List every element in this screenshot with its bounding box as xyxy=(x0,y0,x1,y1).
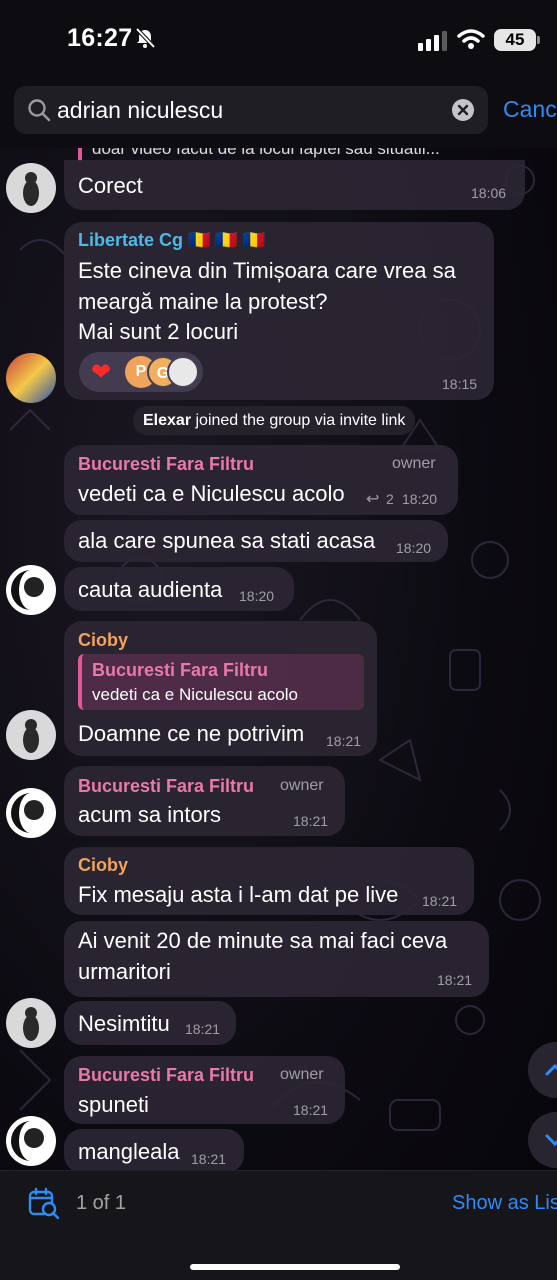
message-time: 18:21 xyxy=(437,972,473,988)
heart-reaction-icon[interactable]: ❤ xyxy=(91,358,111,387)
quoted-sender: Bucuresti Fara Filtru xyxy=(92,660,269,680)
message-text: Mai sunt 2 locuri xyxy=(78,319,239,344)
message-bubble[interactable]: Corect 18:06 xyxy=(64,160,525,210)
message-text: urmaritori xyxy=(78,959,171,984)
message-text: Fix mesaju asta i l-am dat pe live xyxy=(78,882,399,907)
search-header: Cancel xyxy=(0,80,557,148)
message-text: spuneti xyxy=(78,1092,149,1117)
service-message: Elexar joined the group via invite link xyxy=(133,406,416,435)
battery-indicator: 45 xyxy=(494,29,540,51)
reactor-avatar xyxy=(167,356,199,388)
calendar-search-icon[interactable] xyxy=(27,1187,61,1221)
status-bar: 16:27 45 xyxy=(0,0,557,80)
sender-name: Libertate Cg 🇷🇴 🇷🇴 🇷🇴 xyxy=(78,230,266,250)
message-bubble[interactable]: cauta audienta 18:20 xyxy=(64,567,294,611)
message-text: Doamne ce ne potrivim xyxy=(78,721,305,746)
quoted-text: vedeti ca e Niculescu acolo xyxy=(92,685,299,704)
reply-quote[interactable]: Bucuresti Fara Filtru vedeti ca e Nicule… xyxy=(78,654,364,710)
message-text: Nesimtitu xyxy=(78,1011,170,1036)
message-text: mangleala xyxy=(78,1139,180,1164)
cancel-button[interactable]: Cancel xyxy=(503,96,557,123)
message-time: 18:06 xyxy=(471,185,507,201)
message-time: 18:20 xyxy=(402,491,438,507)
sender-name: Cioby xyxy=(78,630,129,650)
sender-name: Bucuresti Fara Filtru xyxy=(78,454,255,474)
message-text: Ai venit 20 de minute sa mai faci ceva xyxy=(78,928,448,953)
avatar-dog[interactable] xyxy=(6,163,56,213)
message-bubble[interactable]: Bucuresti Fara Filtru owner acum sa into… xyxy=(64,766,345,836)
bell-muted-icon xyxy=(135,27,156,49)
wifi-icon xyxy=(457,29,485,49)
chevron-up-icon xyxy=(545,1063,557,1076)
search-results-bar: 1 of 1 Show as List xyxy=(0,1170,557,1280)
home-indicator[interactable] xyxy=(190,1264,400,1270)
sender-name: Bucuresti Fara Filtru xyxy=(78,776,255,796)
sender-name: Bucuresti Fara Filtru xyxy=(78,1065,255,1085)
message-time: 18:20 xyxy=(396,540,432,556)
message-bubble[interactable]: Nesimtitu 18:21 xyxy=(64,1001,236,1045)
message-text: meargă maine la protest? xyxy=(78,289,328,314)
message-time: 18:21 xyxy=(191,1151,227,1167)
result-counter: 1 of 1 xyxy=(76,1192,127,1214)
message-text: acum sa intors xyxy=(78,802,222,827)
owner-badge: owner xyxy=(392,455,436,472)
avatar-bucuresti[interactable] xyxy=(6,788,56,838)
reactions-bar[interactable]: ❤ P G xyxy=(79,352,203,392)
avatar-bucuresti[interactable] xyxy=(6,1116,56,1166)
sender-name: Cioby xyxy=(78,855,129,875)
message-time: 18:21 xyxy=(293,813,329,829)
avatar-libertate[interactable] xyxy=(6,353,56,403)
service-user[interactable]: Elexar xyxy=(143,412,191,429)
chevron-down-icon xyxy=(545,1134,557,1147)
message-time: 18:21 xyxy=(326,733,362,749)
message-bubble[interactable]: Ai venit 20 de minute sa mai faci ceva u… xyxy=(64,921,489,997)
avatar-bucuresti[interactable] xyxy=(6,565,56,615)
search-icon xyxy=(28,99,51,122)
clock: 16:27 xyxy=(67,24,133,52)
message-text: cauta audienta xyxy=(78,577,223,602)
avatar-dog[interactable] xyxy=(6,998,56,1048)
message-text: Este cineva din Timișoara care vrea sa xyxy=(78,258,456,283)
message-time: 18:20 xyxy=(239,588,275,604)
message-bubble[interactable]: Cioby Fix mesaju asta i l-am dat pe live… xyxy=(64,847,474,915)
message-bubble[interactable]: Bucuresti Fara Filtru owner spuneti 18:2… xyxy=(64,1056,345,1124)
message-bubble[interactable]: Bucuresti Fara Filtru owner vedeti ca e … xyxy=(64,445,458,515)
search-field[interactable] xyxy=(14,86,488,134)
message-bubble[interactable]: mangleala 18:21 xyxy=(64,1129,244,1173)
message-time: 18:15 xyxy=(442,376,478,392)
search-input[interactable] xyxy=(57,86,437,134)
message-text: Corect xyxy=(78,173,143,198)
message-time: 18:21 xyxy=(185,1021,221,1037)
owner-badge: owner xyxy=(280,777,324,794)
message-text: vedeti ca e Niculescu acolo xyxy=(78,481,345,506)
clear-search-icon[interactable] xyxy=(452,99,474,121)
message-time: 18:21 xyxy=(293,1102,329,1118)
message-bubble[interactable]: ala care spunea sa stati acasa 18:20 xyxy=(64,520,448,562)
show-as-list-button[interactable]: Show as List xyxy=(452,1192,557,1215)
owner-badge: owner xyxy=(280,1066,324,1083)
cellular-signal-icon xyxy=(418,31,447,51)
avatar-dog[interactable] xyxy=(6,710,56,760)
message-time: 18:21 xyxy=(422,893,458,909)
reply-count[interactable]: 2 xyxy=(386,491,394,507)
message-text: ala care spunea sa stati acasa xyxy=(78,528,376,553)
reply-arrow-icon[interactable]: ↩ xyxy=(366,489,379,509)
